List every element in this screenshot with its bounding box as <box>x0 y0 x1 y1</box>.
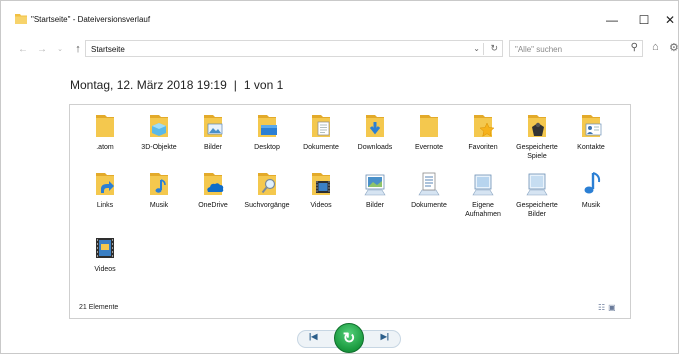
home-icon[interactable]: ⌂ <box>652 41 659 53</box>
previous-version-button[interactable]: |◀ <box>309 332 317 341</box>
search-input[interactable]: "Alle" suchen ⚲ <box>509 40 643 57</box>
file-item-label: Evernote <box>414 144 444 151</box>
file-item-label: 3D-Objekte <box>141 144 177 151</box>
file-item-label: Musik <box>581 202 601 209</box>
window-title: "Startseite" - Dateiversionsverlauf <box>31 15 151 24</box>
file-item[interactable]: Evernote <box>403 113 455 152</box>
address-bar[interactable]: Startseite ⌄ ↻ <box>85 40 503 57</box>
file-item-label: Bilder <box>204 144 222 151</box>
file-item[interactable]: Favoriten <box>457 113 509 152</box>
navigation-bar: ← → ⌄ ↑ Startseite ⌄ ↻ "Alle" suchen ⚲ <box>1 39 679 59</box>
search-icon[interactable]: ⚲ <box>631 42 638 53</box>
folder-icon <box>416 113 442 139</box>
file-item[interactable]: Bilder <box>349 171 401 210</box>
back-button[interactable]: ← <box>16 42 30 56</box>
file-item-label: Eigene Aufnahmen <box>465 202 501 218</box>
file-item-label: Downloads <box>357 144 393 151</box>
folder-icon <box>92 113 118 139</box>
desktop-folder-icon <box>254 113 280 139</box>
forward-button[interactable]: → <box>35 42 49 56</box>
file-item-label: Dokumente <box>411 202 447 209</box>
recent-locations-button[interactable]: ⌄ <box>53 42 67 56</box>
file-item[interactable]: Bilder <box>187 113 239 152</box>
file-item[interactable]: Eigene Aufnahmen <box>457 171 509 219</box>
file-item-label: OneDrive <box>198 202 228 209</box>
refresh-icon[interactable]: ↻ <box>490 43 498 54</box>
searches-folder-icon <box>254 171 280 197</box>
file-item-label: Videos <box>310 202 332 209</box>
version-page: 1 von 1 <box>243 78 284 92</box>
file-item-label: Desktop <box>254 144 280 151</box>
downloads-folder-icon <box>362 113 388 139</box>
pictures-folder-icon <box>200 113 226 139</box>
file-item[interactable]: Dokumente <box>295 113 347 152</box>
file-item[interactable]: Videos <box>79 235 131 274</box>
details-view-icon[interactable]: ☷ <box>598 303 608 312</box>
file-item[interactable]: Musik <box>565 171 617 210</box>
videos-folder-icon <box>308 171 334 197</box>
documents-folder-icon <box>308 113 334 139</box>
search-placeholder: "Alle" suchen <box>515 45 563 54</box>
file-item[interactable]: 3D-Objekte <box>133 113 185 152</box>
file-item[interactable]: Videos <box>295 171 347 210</box>
videos-library-icon <box>92 235 118 261</box>
file-list-panel: .atom 3D-Objekte Bilder Desktop Dokumente Dow… <box>69 104 631 319</box>
favorites-folder-icon <box>470 113 496 139</box>
onedrive-folder-icon <box>200 171 226 197</box>
address-text: Startseite <box>91 45 125 54</box>
file-item-label: .atom <box>96 144 114 151</box>
version-header: Montag, 12. März 2018 19:19 | 1 von 1 <box>70 78 283 92</box>
file-item-label: Gespeicherte Spiele <box>516 144 558 160</box>
maximize-button[interactable]: ☐ <box>631 10 657 30</box>
contacts-folder-icon <box>578 113 604 139</box>
file-item[interactable]: Dokumente <box>403 171 455 210</box>
file-item-label: Dokumente <box>303 144 339 151</box>
file-item-label: Suchvorgänge <box>244 202 290 209</box>
next-version-button[interactable]: ▶| <box>381 332 389 341</box>
links-folder-icon <box>92 171 118 197</box>
gear-icon[interactable]: ⚙ <box>669 41 679 54</box>
large-icons-view-icon[interactable]: ▣ <box>608 303 619 312</box>
file-item[interactable]: Desktop <box>241 113 293 152</box>
file-item[interactable]: Gespeicherte Spiele <box>511 113 563 161</box>
file-item-label: Kontakte <box>577 144 605 151</box>
3d-objects-folder-icon <box>146 113 172 139</box>
separator: | <box>233 78 237 92</box>
item-count: 21 Elemente <box>79 304 119 311</box>
music-folder-icon <box>146 171 172 197</box>
file-item[interactable]: Links <box>79 171 131 210</box>
divider <box>483 43 484 55</box>
playback-controls: |◀ ↻ ▶| <box>297 323 401 353</box>
documents-library-icon <box>416 171 442 197</box>
file-item[interactable]: Downloads <box>349 113 401 152</box>
version-datetime: Montag, 12. März 2018 19:19 <box>70 78 227 92</box>
file-item[interactable]: Musik <box>133 171 185 210</box>
pictures-library-icon <box>362 171 388 197</box>
file-item-label: Gespeicherte Bilder <box>516 202 558 218</box>
minimize-button[interactable]: — <box>599 10 625 30</box>
file-item[interactable]: OneDrive <box>187 171 239 210</box>
file-item[interactable]: Kontakte <box>565 113 617 152</box>
saved-games-folder-icon <box>524 113 550 139</box>
file-item-label: Favoriten <box>468 144 498 151</box>
close-button[interactable]: ✕ <box>657 10 679 30</box>
restore-button[interactable]: ↻ <box>334 323 364 353</box>
file-item-label: Videos <box>94 266 116 273</box>
camera-roll-library-icon <box>470 171 496 197</box>
music-library-icon <box>578 171 604 197</box>
up-button[interactable]: ↑ <box>71 42 85 56</box>
chevron-down-icon[interactable]: ⌄ <box>473 44 480 53</box>
file-item[interactable]: Gespeicherte Bilder <box>511 171 563 219</box>
file-item-label: Musik <box>149 202 169 209</box>
file-item-label: Links <box>96 202 114 209</box>
file-item[interactable]: Suchvorgänge <box>241 171 293 210</box>
file-item[interactable]: .atom <box>79 113 131 152</box>
folder-icon <box>15 14 27 24</box>
file-history-window: "Startseite" - Dateiversionsverlauf — ☐ … <box>0 0 679 354</box>
file-item-label: Bilder <box>366 202 384 209</box>
title-bar: "Startseite" - Dateiversionsverlauf — ☐ … <box>1 1 679 35</box>
saved-pictures-library-icon <box>524 171 550 197</box>
view-toggle[interactable]: ☷▣ <box>598 303 619 312</box>
